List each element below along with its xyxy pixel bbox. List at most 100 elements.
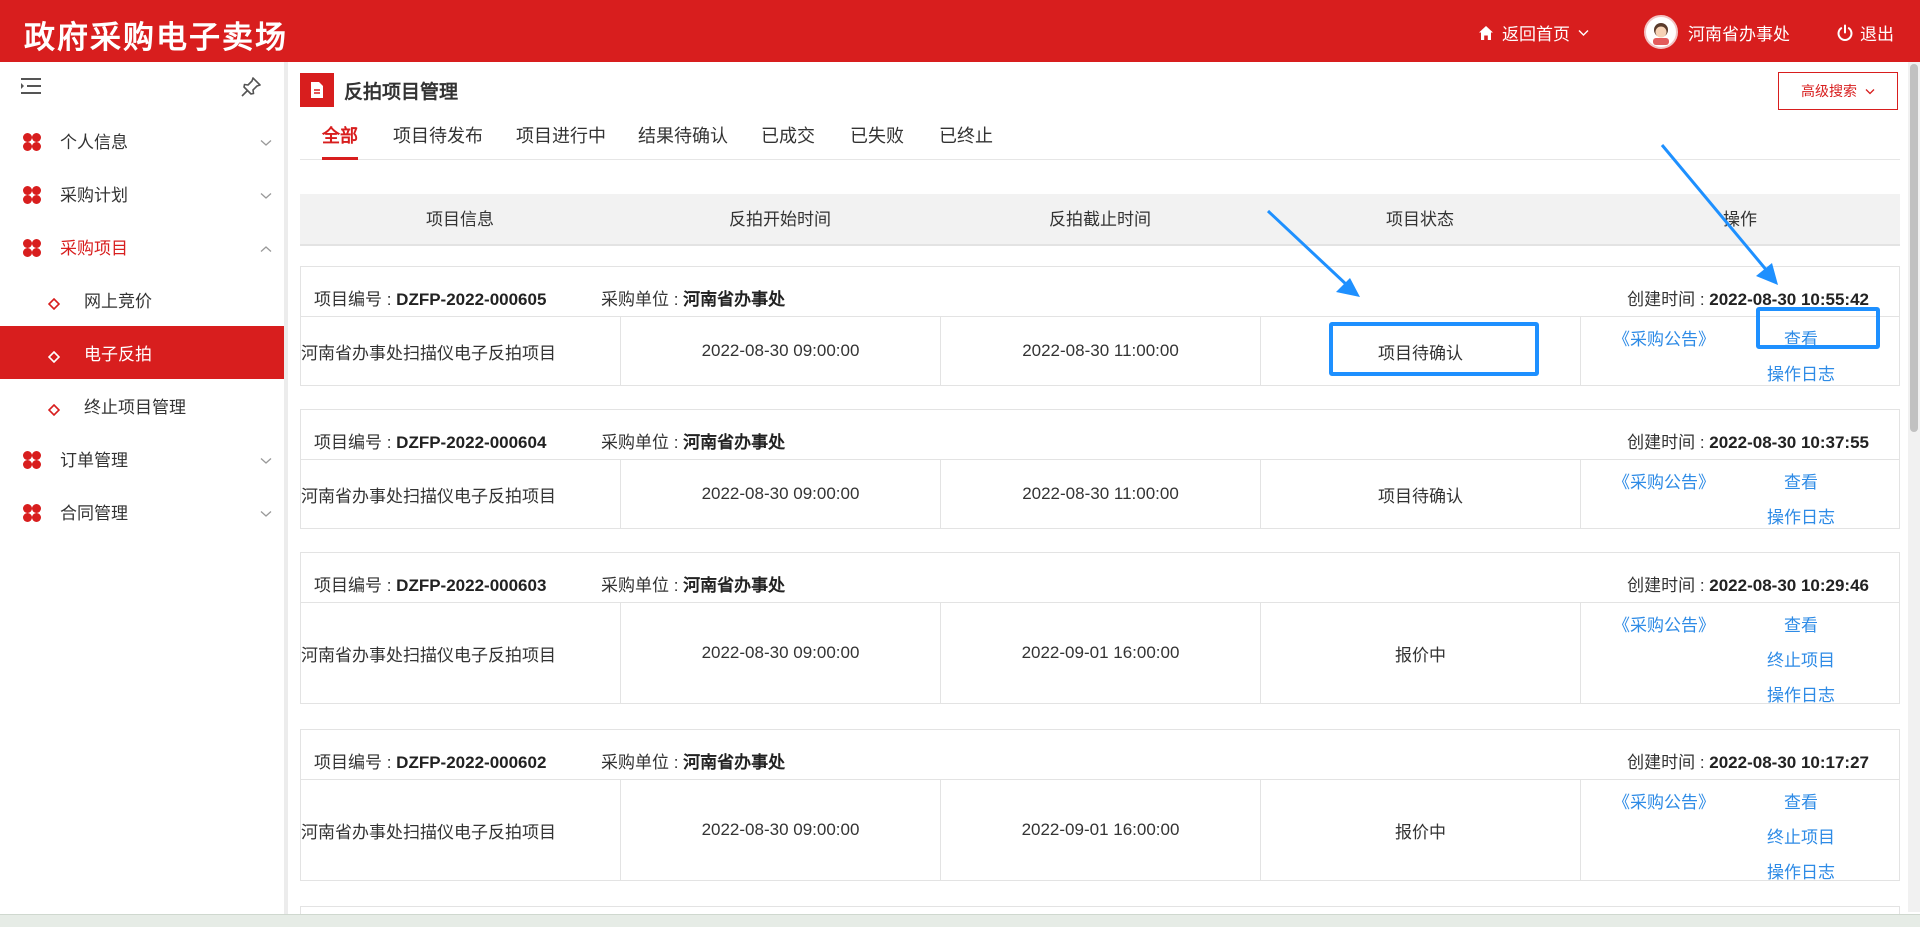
chevron-down-icon: [260, 132, 272, 152]
end-time: 2022-08-30 11:00:00: [941, 460, 1261, 528]
tab-result-pending[interactable]: 结果待确认: [638, 120, 728, 160]
project-number: 项目编号 : DZFP-2022-000604: [314, 433, 547, 452]
operation-log-link[interactable]: 操作日志: [1767, 858, 1835, 883]
logout-label: 退出: [1860, 25, 1894, 44]
terminate-project-link[interactable]: 终止项目: [1767, 646, 1835, 671]
row-actions: 查看 终止项目 操作日志: [1741, 611, 1861, 706]
table-header: 项目信息 反拍开始时间 反拍截止时间 项目状态 操作: [300, 194, 1900, 246]
sidebar-subitem-reverse-auction[interactable]: 电子反拍: [0, 326, 284, 379]
power-icon: [1837, 24, 1853, 41]
tab-terminated[interactable]: 已终止: [939, 120, 993, 160]
avatar: [1644, 15, 1678, 49]
sidebar-subitem-label: 电子反拍: [84, 345, 152, 364]
diamond-icon: [47, 348, 61, 368]
column-header-start-time: 反拍开始时间: [729, 210, 831, 229]
vertical-scrollbar[interactable]: [1908, 62, 1920, 912]
operation-log-link[interactable]: 操作日志: [1767, 503, 1835, 528]
record-header: 项目编号 : DZFP-2022-000603 采购单位 : 河南省办事处 创建…: [301, 553, 1899, 603]
start-time: 2022-08-30 09:00:00: [621, 317, 941, 385]
procurement-notice-link[interactable]: 《采购公告》: [1613, 611, 1715, 636]
column-header-end-time: 反拍截止时间: [1049, 210, 1151, 229]
clover-icon: [22, 238, 42, 263]
procurement-notice-link[interactable]: 《采购公告》: [1613, 468, 1715, 493]
tab-all[interactable]: 全部: [322, 120, 358, 160]
view-link[interactable]: 查看: [1784, 788, 1818, 813]
operation-log-link[interactable]: 操作日志: [1767, 360, 1835, 385]
record-body: 河南省办事处扫描仪电子反拍项目 2022-08-30 09:00:00 2022…: [301, 460, 1899, 528]
project-name: 河南省办事处扫描仪电子反拍项目: [301, 460, 621, 528]
row-actions: 查看 操作日志: [1741, 468, 1861, 528]
project-number: 项目编号 : DZFP-2022-000603: [314, 576, 547, 595]
home-nav-button[interactable]: 返回首页: [1478, 20, 1589, 45]
advanced-search-label: 高级搜索: [1801, 83, 1857, 99]
column-header-actions: 操作: [1723, 210, 1757, 229]
sidebar-item-contract-management[interactable]: 合同管理: [0, 485, 284, 538]
sidebar-item-purchase-plan[interactable]: 采购计划: [0, 167, 284, 220]
terminate-project-link[interactable]: 终止项目: [1767, 823, 1835, 848]
sidebar-item-purchase-project[interactable]: 采购项目: [0, 220, 284, 273]
top-bar: 政府采购电子卖场 返回首页 河南省办事处 退出: [0, 0, 1920, 62]
home-nav-label: 返回首页: [1502, 25, 1570, 44]
purchasing-unit: 采购单位 : 河南省办事处: [601, 290, 786, 309]
row-actions: 查看 终止项目 操作日志: [1741, 788, 1861, 883]
project-number: 项目编号 : DZFP-2022-000605: [314, 290, 547, 309]
sidebar-subitem-label: 网上竞价: [84, 292, 152, 311]
view-link[interactable]: 查看: [1784, 325, 1818, 350]
diamond-icon: [47, 295, 61, 315]
tab-failed[interactable]: 已失败: [850, 120, 904, 160]
project-status: 项目待确认: [1261, 460, 1581, 528]
page-title: 反拍项目管理: [344, 81, 459, 103]
tab-in-progress[interactable]: 项目进行中: [516, 120, 606, 160]
end-time: 2022-09-01 16:00:00: [941, 603, 1261, 703]
advanced-search-button[interactable]: 高级搜索: [1778, 72, 1898, 110]
view-link[interactable]: 查看: [1784, 468, 1818, 493]
column-header-project-info: 项目信息: [426, 210, 494, 229]
status-tabs: 全部 项目待发布 项目进行中 结果待确认 已成交 已失败 已终止: [300, 120, 1900, 160]
table-row: 项目编号 : DZFP-2022-000602 采购单位 : 河南省办事处 创建…: [300, 729, 1900, 883]
chevron-down-icon: [260, 185, 272, 205]
procurement-notice-link[interactable]: 《采购公告》: [1613, 325, 1715, 350]
chevron-down-icon: [260, 503, 272, 523]
clover-icon: [22, 450, 42, 475]
operation-log-link[interactable]: 操作日志: [1767, 681, 1835, 706]
purchasing-unit: 采购单位 : 河南省办事处: [601, 433, 786, 452]
purchasing-unit: 采购单位 : 河南省办事处: [601, 576, 786, 595]
user-menu[interactable]: 河南省办事处: [1644, 15, 1790, 49]
chevron-down-icon: [1578, 29, 1589, 36]
start-time: 2022-08-30 09:00:00: [621, 460, 941, 528]
created-time: 创建时间 : 2022-08-30 10:17:27: [1627, 753, 1869, 772]
sidebar-item-label: 采购计划: [60, 186, 128, 205]
sidebar-subitem-terminated-projects[interactable]: 终止项目管理: [0, 379, 284, 432]
sidebar-item-personal-info[interactable]: 个人信息: [0, 114, 284, 167]
start-time: 2022-08-30 09:00:00: [621, 780, 941, 880]
project-name: 河南省办事处扫描仪电子反拍项目: [301, 603, 621, 703]
procurement-notice-link[interactable]: 《采购公告》: [1613, 788, 1715, 813]
chevron-down-icon: [260, 450, 272, 470]
end-time: 2022-08-30 11:00:00: [941, 317, 1261, 385]
sidebar-subitem-online-bidding[interactable]: 网上竞价: [0, 273, 284, 326]
project-number: 项目编号 : DZFP-2022-000602: [314, 753, 547, 772]
tab-pending-publish[interactable]: 项目待发布: [393, 120, 483, 160]
menu-toggle-icon[interactable]: [20, 76, 42, 101]
sidebar-item-order-management[interactable]: 订单管理: [0, 432, 284, 485]
logout-button[interactable]: 退出: [1836, 20, 1894, 45]
sidebar-subitem-label: 终止项目管理: [84, 398, 186, 417]
sidebar-tools: [0, 62, 284, 114]
sidebar-item-label: 订单管理: [60, 451, 128, 470]
user-avatar-icon: [1653, 23, 1669, 45]
brand-title: 政府采购电子卖场: [24, 20, 288, 56]
pin-icon[interactable]: [240, 76, 262, 103]
record-body: 河南省办事处扫描仪电子反拍项目 2022-08-30 09:00:00 2022…: [301, 780, 1899, 883]
page-header: 反拍项目管理: [300, 73, 458, 107]
clover-icon: [22, 503, 42, 528]
project-status: 报价中: [1261, 603, 1581, 703]
clover-icon: [22, 132, 42, 157]
project-status: 报价中: [1261, 780, 1581, 880]
scrollbar-thumb[interactable]: [1910, 64, 1918, 432]
record-body: 河南省办事处扫描仪电子反拍项目 2022-08-30 09:00:00 2022…: [301, 317, 1899, 385]
taskbar-strip: [0, 914, 1920, 927]
purchasing-unit: 采购单位 : 河南省办事处: [601, 753, 786, 772]
user-name: 河南省办事处: [1688, 24, 1790, 44]
tab-completed[interactable]: 已成交: [761, 120, 815, 160]
view-link[interactable]: 查看: [1784, 611, 1818, 636]
